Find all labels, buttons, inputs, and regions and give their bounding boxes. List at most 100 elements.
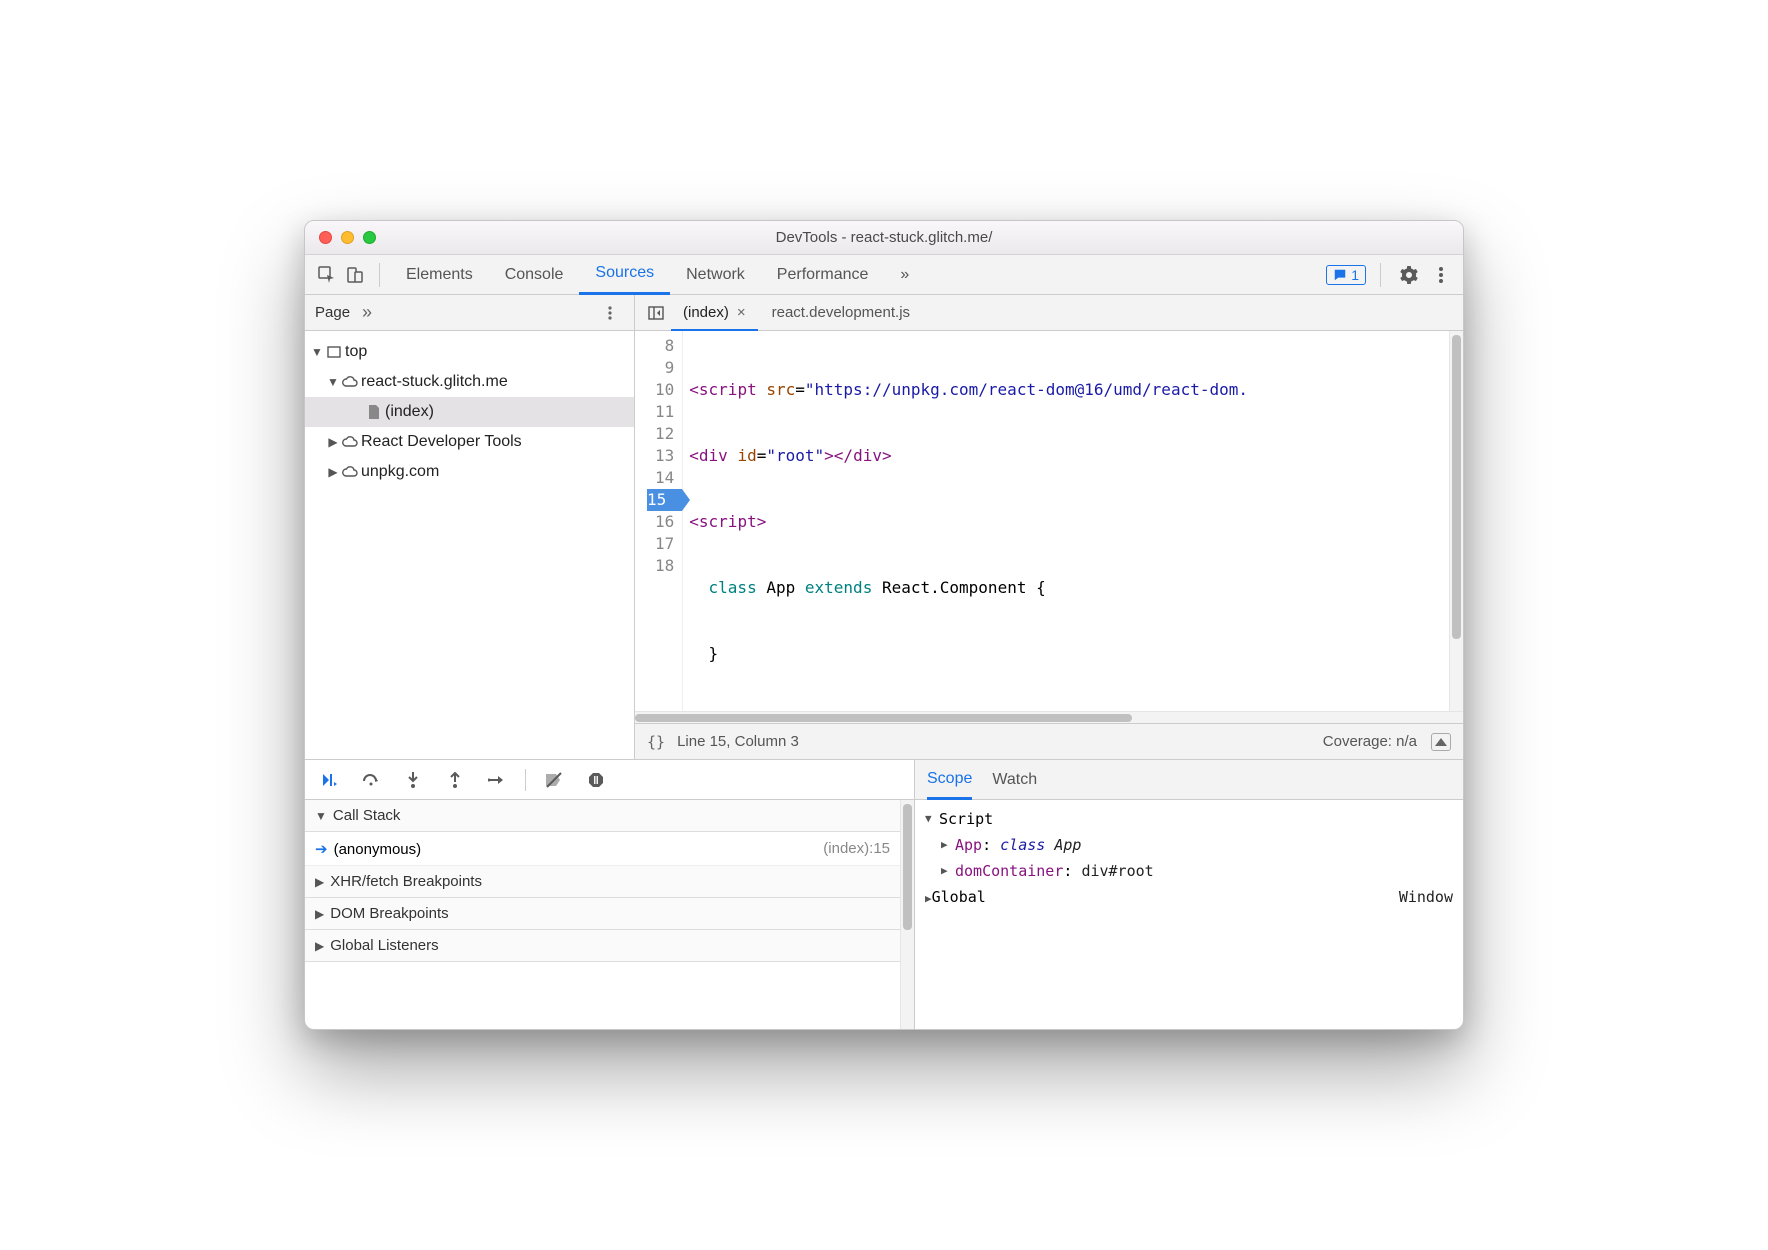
section-label: Call Stack (333, 807, 401, 824)
tab-elements[interactable]: Elements (390, 255, 489, 295)
disclosure-triangle-icon: ▶ (941, 832, 955, 858)
scrollbar-thumb[interactable] (635, 714, 1132, 722)
line-number[interactable]: 13 (647, 445, 674, 467)
panel-tabs: Elements Console Sources Network Perform… (390, 255, 1326, 295)
coverage-toggle-icon[interactable] (1431, 733, 1451, 751)
titlebar: DevTools - react-stuck.glitch.me/ (305, 221, 1463, 255)
tree-node-index-file[interactable]: (index) (305, 397, 634, 427)
toggle-navigator-icon[interactable] (643, 299, 669, 327)
pause-exceptions-icon[interactable] (582, 766, 610, 794)
tab-sources[interactable]: Sources (579, 255, 670, 295)
window-title: DevTools - react-stuck.glitch.me/ (305, 229, 1463, 246)
kebab-menu-icon[interactable] (1427, 261, 1455, 289)
scope-section-global[interactable]: ▶Global Window (925, 884, 1453, 912)
editor-tabs: (index) × react.development.js (635, 295, 1463, 331)
tab-console[interactable]: Console (489, 255, 580, 295)
disclosure-triangle-icon: ▶ (925, 892, 932, 905)
frame-location: (index):15 (823, 840, 890, 857)
scope-entry[interactable]: ▶ domContainer: div#root (925, 858, 1453, 884)
disclosure-triangle-icon: ▼ (925, 806, 939, 832)
step-over-icon[interactable] (357, 766, 385, 794)
tab-watch[interactable]: Watch (992, 760, 1037, 800)
scope-tabs: Scope Watch (915, 760, 1463, 800)
tree-node-top[interactable]: ▼ top (305, 337, 634, 367)
call-stack-header[interactable]: ▼ Call Stack (305, 800, 900, 832)
tree-label: React Developer Tools (361, 433, 522, 451)
step-into-icon[interactable] (399, 766, 427, 794)
inspect-element-icon[interactable] (313, 261, 341, 289)
tree-node-react-devtools[interactable]: ▶ React Developer Tools (305, 427, 634, 457)
line-number[interactable]: 10 (647, 379, 674, 401)
editor-tab-label: (index) (683, 304, 729, 321)
line-number[interactable]: 11 (647, 401, 674, 423)
tree-node-origin[interactable]: ▼ react-stuck.glitch.me (305, 367, 634, 397)
scrollbar-thumb[interactable] (1452, 335, 1461, 639)
close-tab-icon[interactable]: × (737, 304, 746, 321)
main-toolbar: Elements Console Sources Network Perform… (305, 255, 1463, 295)
stack-frame[interactable]: ➔ (anonymous) (index):15 (305, 832, 900, 866)
tab-performance[interactable]: Performance (761, 255, 885, 295)
scrollbar-thumb[interactable] (903, 804, 912, 930)
xhr-breakpoints-header[interactable]: ▶ XHR/fetch Breakpoints (305, 866, 900, 898)
settings-icon[interactable] (1395, 261, 1423, 289)
step-icon[interactable] (483, 766, 511, 794)
tabs-overflow[interactable]: » (884, 255, 925, 295)
editor-tab-react-dev[interactable]: react.development.js (760, 295, 922, 331)
file-icon (363, 405, 385, 419)
code-editor[interactable]: 8 9 10 11 12 13 14 15 16 17 18 <script s… (635, 331, 1463, 711)
line-number[interactable]: 14 (647, 467, 674, 489)
line-number[interactable]: 17 (647, 533, 674, 555)
tab-network[interactable]: Network (670, 255, 761, 295)
line-number[interactable]: 18 (647, 555, 674, 577)
tree-label: (index) (385, 403, 434, 421)
code-content[interactable]: <script src="https://unpkg.com/react-dom… (683, 331, 1449, 711)
global-listeners-header[interactable]: ▶ Global Listeners (305, 930, 900, 962)
line-number[interactable]: 16 (647, 511, 674, 533)
step-out-icon[interactable] (441, 766, 469, 794)
close-window-button[interactable] (319, 231, 332, 244)
section-label: Global Listeners (330, 937, 438, 954)
issues-badge[interactable]: 1 (1326, 265, 1366, 285)
section-label: XHR/fetch Breakpoints (330, 873, 482, 890)
sidebar-panel-label[interactable]: Page (315, 304, 350, 321)
vertical-scrollbar[interactable] (900, 800, 914, 1029)
dom-breakpoints-header[interactable]: ▶ DOM Breakpoints (305, 898, 900, 930)
tree-label: unpkg.com (361, 463, 439, 481)
tab-scope[interactable]: Scope (927, 760, 972, 800)
editor-tab-index[interactable]: (index) × (671, 295, 758, 331)
scope-body: ▼ Script ▶ App: class App ▶ domContainer… (915, 800, 1463, 1029)
line-number[interactable]: 12 (647, 423, 674, 445)
tree-node-unpkg[interactable]: ▶ unpkg.com (305, 457, 634, 487)
issues-count: 1 (1351, 267, 1359, 283)
debugger-toolbar (305, 760, 914, 800)
maximize-window-button[interactable] (363, 231, 376, 244)
current-frame-icon: ➔ (315, 841, 328, 858)
pretty-print-icon[interactable]: {} (647, 733, 665, 751)
deactivate-breakpoints-icon[interactable] (540, 766, 568, 794)
line-number[interactable]: 8 (647, 335, 674, 357)
traffic-lights (319, 231, 376, 244)
horizontal-scrollbar[interactable] (635, 711, 1463, 723)
editor-statusbar: {} Line 15, Column 3 Coverage: n/a (635, 723, 1463, 759)
frame-name: (anonymous) (334, 841, 422, 858)
separator (525, 769, 526, 791)
vertical-scrollbar[interactable] (1449, 331, 1463, 711)
device-toggle-icon[interactable] (341, 261, 369, 289)
scope-section-script[interactable]: ▼ Script (925, 806, 1453, 832)
line-gutter[interactable]: 8 9 10 11 12 13 14 15 16 17 18 (635, 331, 683, 711)
cloud-icon (339, 376, 361, 388)
sources-sidebar: Page » ▼ top ▼ react-stuck.glitch.me (305, 295, 635, 759)
sidebar-overflow[interactable]: » (362, 302, 372, 323)
sidebar-kebab-icon[interactable] (596, 299, 624, 327)
disclosure-triangle-icon: ▼ (311, 345, 323, 359)
editor-column: (index) × react.development.js 8 9 10 11… (635, 295, 1463, 759)
disclosure-triangle-icon: ▶ (941, 858, 955, 884)
separator (379, 263, 380, 287)
minimize-window-button[interactable] (341, 231, 354, 244)
resume-icon[interactable] (315, 766, 343, 794)
scope-entry[interactable]: ▶ App: class App (925, 832, 1453, 858)
scope-panel: Scope Watch ▼ Script ▶ App: class App ▶ … (915, 760, 1463, 1029)
disclosure-triangle-icon: ▶ (315, 939, 324, 953)
line-number-current[interactable]: 15 (647, 489, 682, 511)
line-number[interactable]: 9 (647, 357, 674, 379)
